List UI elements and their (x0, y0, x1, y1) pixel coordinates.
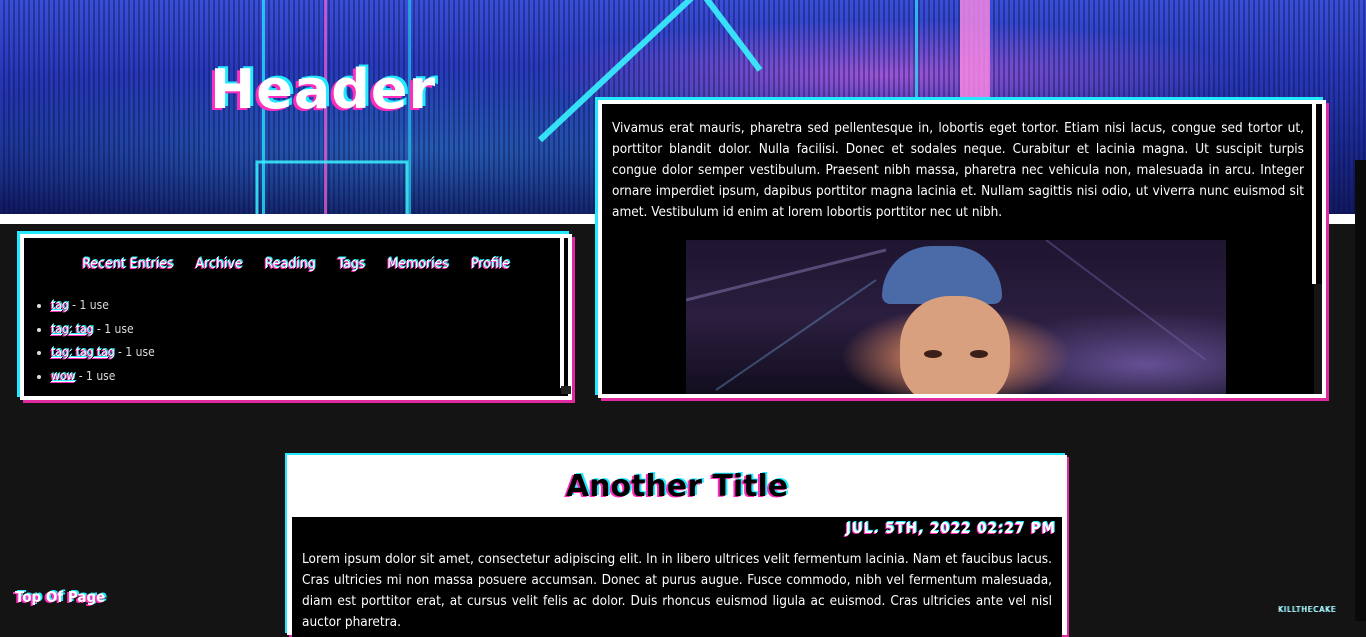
tag-count: - 1 use (75, 368, 116, 383)
post-text: Lorem ipsum dolor sit amet, consectetur … (302, 551, 1052, 630)
intro-text: Vivamus erat mauris, pharetra sed pellen… (612, 120, 1304, 220)
post-title[interactable]: Another Title (287, 469, 1067, 504)
character-eye (924, 350, 942, 358)
page-header-title: Header (210, 58, 437, 121)
theme-credit[interactable]: KILLTHECAKE (1278, 605, 1336, 614)
tag-link[interactable]: wow (51, 369, 75, 383)
tag-list: tag - 1 use tag: tag - 1 use tag: tag ta… (24, 294, 568, 388)
intro-character-image (686, 240, 1226, 394)
nav-link-tags[interactable]: Tags (338, 256, 366, 272)
tag-link[interactable]: tag (51, 298, 69, 312)
panel-inner-bar (1312, 104, 1316, 284)
top-of-page-link[interactable]: Top Of Page (15, 588, 105, 606)
character-face (900, 296, 1010, 394)
tag-count: - 1 use (114, 345, 155, 359)
nav-link-recent-entries[interactable]: Recent Entries (82, 256, 173, 272)
nav-link-archive[interactable]: Archive (195, 256, 242, 272)
post-body: Jul. 5th, 2022 02:27 pm Lorem ipsum dolo… (292, 517, 1062, 637)
tag-list-item: tag - 1 use (51, 294, 568, 318)
panel-inner-corner (1314, 284, 1322, 394)
post-entry: Another Title Jul. 5th, 2022 02:27 pm Lo… (287, 455, 1067, 637)
intro-panel: Vivamus erat mauris, pharetra sed pellen… (598, 100, 1326, 398)
nav-link-reading[interactable]: Reading (265, 256, 316, 272)
nav-link-memories[interactable]: Memories (387, 256, 449, 272)
panel-inner-bar (560, 238, 564, 388)
tag-link[interactable]: tag: tag (51, 322, 93, 336)
nav-link-profile[interactable]: Profile (471, 256, 510, 272)
tag-list-item: wow - 1 use (51, 365, 568, 389)
post-date: Jul. 5th, 2022 02:27 pm (845, 519, 1056, 537)
nav-links: Recent Entries Archive Reading Tags Memo… (24, 256, 568, 272)
scroll-gutter (1355, 160, 1366, 621)
panel-inner-corner (561, 386, 571, 394)
character-eye (970, 350, 988, 358)
tag-count: - 1 use (93, 321, 134, 336)
tag-link[interactable]: tag: tag tag (51, 345, 115, 359)
navigation-panel: Recent Entries Archive Reading Tags Memo… (20, 234, 572, 400)
tag-list-item: tag: tag - 1 use (51, 318, 568, 342)
tag-count: - 1 use (68, 298, 109, 312)
tag-list-item: tag: tag tag - 1 use (51, 341, 568, 365)
banner-neon-box (255, 160, 409, 214)
